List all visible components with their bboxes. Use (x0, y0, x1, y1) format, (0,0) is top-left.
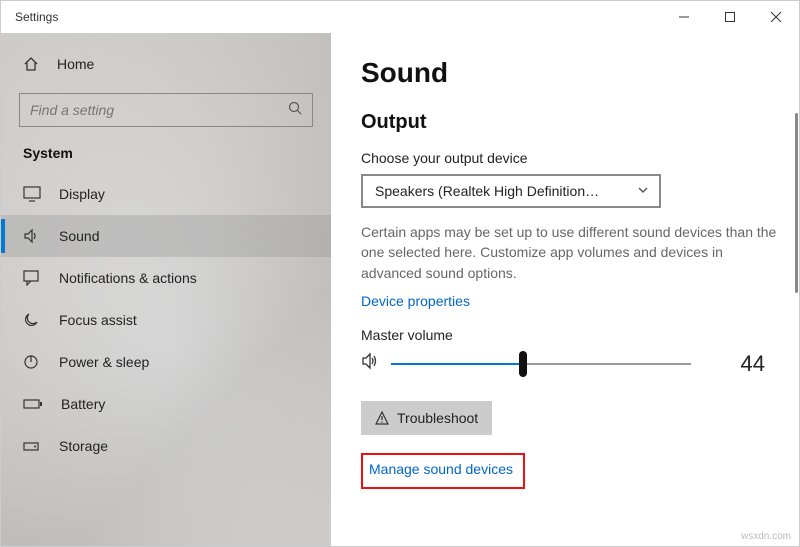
master-volume-label: Master volume (361, 327, 779, 343)
minimize-button[interactable] (661, 1, 707, 33)
sidebar-item-label: Power & sleep (59, 354, 149, 370)
power-icon (23, 354, 41, 370)
search-icon (288, 101, 302, 120)
chevron-down-icon (637, 183, 649, 199)
sound-icon (23, 228, 41, 244)
sidebar-item-display[interactable]: Display (1, 173, 331, 215)
manage-sound-devices-link[interactable]: Manage sound devices (369, 461, 513, 477)
home-icon (23, 56, 39, 72)
sidebar-item-power-sleep[interactable]: Power & sleep (1, 341, 331, 383)
output-heading: Output (361, 111, 779, 134)
search-field[interactable] (30, 102, 288, 118)
battery-icon (23, 397, 43, 411)
troubleshoot-label: Troubleshoot (397, 410, 478, 426)
output-description: Certain apps may be set up to use differ… (361, 222, 779, 283)
window-title: Settings (15, 10, 58, 24)
focus-icon (23, 312, 41, 328)
sidebar: Home System Display Sound Notifications … (1, 33, 331, 546)
volume-value: 44 (741, 351, 779, 377)
sidebar-item-battery[interactable]: Battery (1, 383, 331, 425)
main-content: Sound Output Choose your output device S… (331, 33, 799, 546)
page-title: Sound (361, 57, 779, 89)
category-heading: System (1, 141, 331, 173)
dropdown-selected: Speakers (Realtek High Definition… (375, 183, 599, 199)
slider-thumb[interactable] (519, 351, 527, 377)
search-input[interactable] (19, 93, 313, 127)
warning-icon (375, 411, 389, 425)
device-properties-link[interactable]: Device properties (361, 293, 470, 309)
highlight-annotation: Manage sound devices (361, 453, 525, 489)
sidebar-item-label: Storage (59, 438, 108, 454)
sidebar-item-sound[interactable]: Sound (1, 215, 331, 257)
sidebar-item-label: Notifications & actions (59, 270, 197, 286)
close-button[interactable] (753, 1, 799, 33)
sidebar-item-storage[interactable]: Storage (1, 425, 331, 467)
home-label: Home (57, 56, 94, 72)
sidebar-item-focus-assist[interactable]: Focus assist (1, 299, 331, 341)
titlebar: Settings (1, 1, 799, 33)
watermark: wsxdn.com (741, 531, 791, 542)
volume-slider[interactable] (391, 352, 691, 376)
sidebar-item-label: Display (59, 186, 105, 202)
choose-device-label: Choose your output device (361, 150, 779, 166)
scrollbar[interactable] (795, 113, 798, 293)
troubleshoot-button[interactable]: Troubleshoot (361, 401, 492, 435)
sidebar-item-label: Focus assist (59, 312, 137, 328)
storage-icon (23, 438, 41, 454)
maximize-button[interactable] (707, 1, 753, 33)
slider-fill (391, 363, 523, 365)
output-device-dropdown[interactable]: Speakers (Realtek High Definition… (361, 174, 661, 208)
notifications-icon (23, 270, 41, 286)
display-icon (23, 186, 41, 202)
speaker-icon[interactable] (361, 352, 381, 375)
home-nav[interactable]: Home (1, 43, 331, 85)
sidebar-item-label: Battery (61, 396, 105, 412)
sidebar-item-notifications[interactable]: Notifications & actions (1, 257, 331, 299)
sidebar-item-label: Sound (59, 228, 99, 244)
